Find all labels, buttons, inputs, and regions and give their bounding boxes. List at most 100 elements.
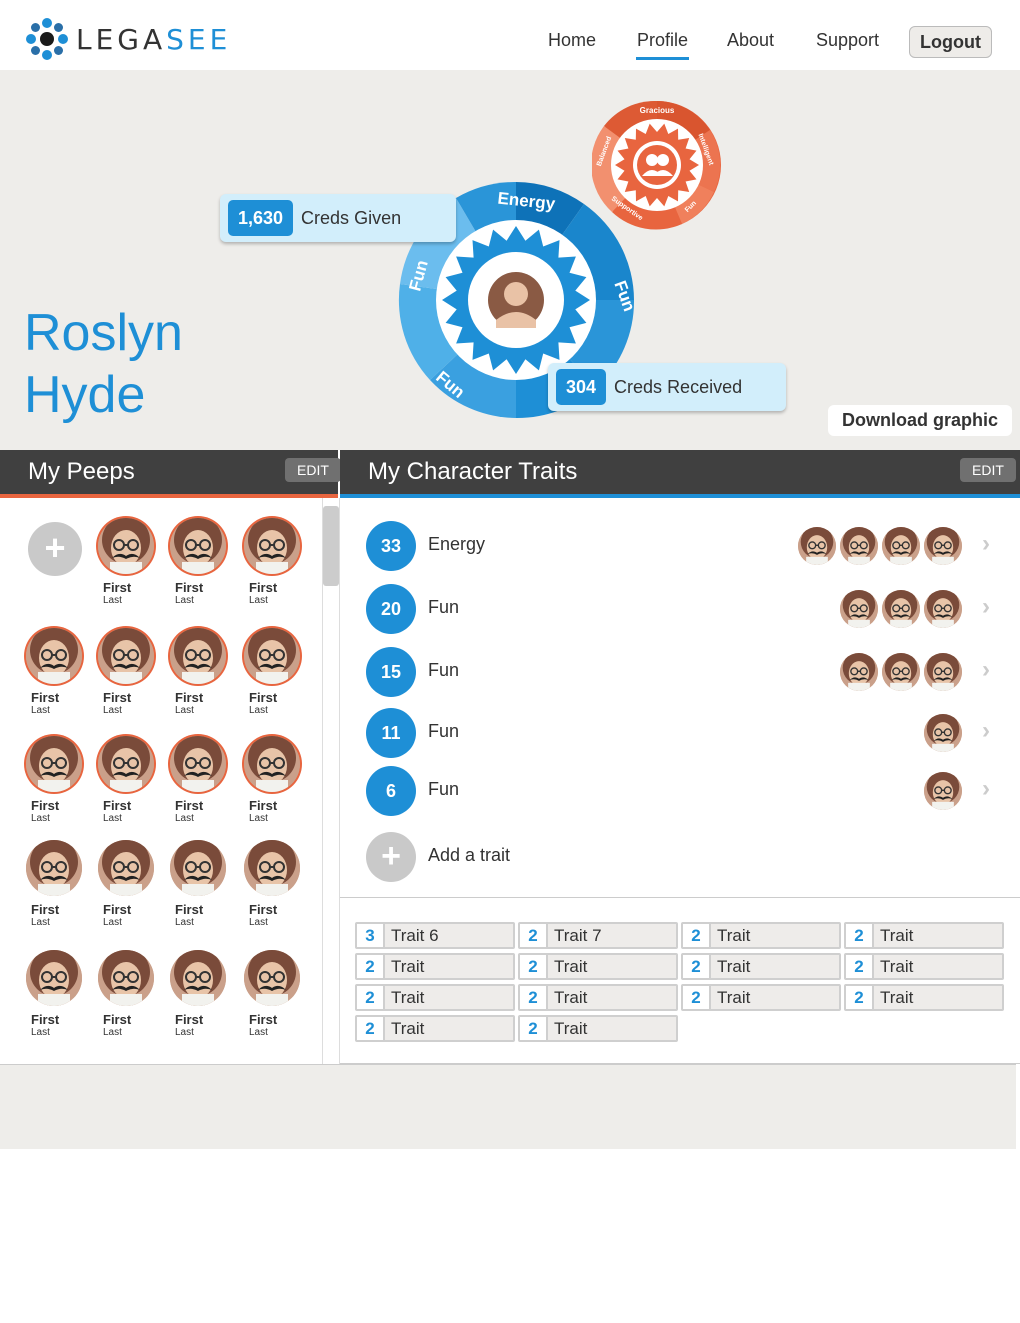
peep-item[interactable]: First Last <box>98 518 158 618</box>
peep-item[interactable]: First Last <box>98 736 158 836</box>
peeps-scroll-thumb[interactable] <box>323 506 339 586</box>
peep-first-name: First <box>103 690 132 705</box>
avatar[interactable] <box>98 840 154 896</box>
trait-chip-name: Trait <box>391 956 425 976</box>
trait-chip[interactable]: 2 Trait <box>355 953 515 980</box>
add-trait-label[interactable]: Add a trait <box>428 845 510 866</box>
traits-edit-button[interactable]: EDIT <box>960 458 1016 482</box>
peep-item[interactable]: First Last <box>26 628 86 728</box>
character-badge[interactable]: Gracious Intelligent Fun Supportive Bala… <box>592 100 722 230</box>
peep-item[interactable]: First Last <box>98 950 158 1050</box>
peeps-scrollbar[interactable] <box>322 498 340 1064</box>
avatar[interactable] <box>924 772 962 810</box>
trait-chip-count: 2 <box>846 955 874 978</box>
avatar[interactable] <box>170 736 226 792</box>
avatar[interactable] <box>924 527 962 565</box>
avatar[interactable] <box>98 736 154 792</box>
logout-button[interactable]: Logout <box>909 26 992 58</box>
trait-chip[interactable]: 2 Trait <box>681 984 841 1011</box>
avatar[interactable] <box>840 527 878 565</box>
peep-item[interactable]: First Last <box>244 628 304 728</box>
avatar[interactable] <box>882 590 920 628</box>
avatar[interactable] <box>26 628 82 684</box>
nav-home[interactable]: Home <box>548 30 596 51</box>
trait-chip[interactable]: 2 Trait <box>518 953 678 980</box>
chevron-right-icon[interactable]: › <box>982 775 990 803</box>
trait-chip[interactable]: 2 Trait <box>518 1015 678 1042</box>
peep-item[interactable]: First Last <box>244 518 304 618</box>
trait-chip[interactable]: 3 Trait 6 <box>355 922 515 949</box>
chevron-right-icon[interactable]: › <box>982 717 990 745</box>
trait-count: 20 <box>366 584 416 634</box>
peep-item[interactable]: First Last <box>244 736 304 836</box>
peep-item[interactable]: First Last <box>170 736 230 836</box>
avatar[interactable] <box>840 590 878 628</box>
trait-chip[interactable]: 2 Trait <box>518 984 678 1011</box>
nav-profile[interactable]: Profile <box>635 30 690 60</box>
avatar[interactable] <box>924 590 962 628</box>
avatar[interactable] <box>170 950 226 1006</box>
trait-chip[interactable]: 2 Trait <box>355 1015 515 1042</box>
trait-row[interactable]: 11 Fun › <box>340 708 1020 764</box>
avatar[interactable] <box>26 840 82 896</box>
trait-row[interactable]: 6 Fun › <box>340 766 1020 822</box>
trait-chip-count: 2 <box>683 924 711 947</box>
trait-name: Fun <box>428 660 460 680</box>
trait-chip[interactable]: 2 Trait <box>844 953 1004 980</box>
avatar[interactable] <box>244 736 300 792</box>
peeps-edit-button[interactable]: EDIT <box>285 458 341 482</box>
peep-item[interactable]: First Last <box>26 840 86 940</box>
chevron-right-icon[interactable]: › <box>982 530 990 558</box>
avatar[interactable] <box>26 950 82 1006</box>
avatar[interactable] <box>26 736 82 792</box>
nav-about[interactable]: About <box>727 30 774 51</box>
chevron-right-icon[interactable]: › <box>982 656 990 684</box>
trait-chip-name: Trait <box>880 925 914 945</box>
avatar[interactable] <box>98 518 154 574</box>
peep-item[interactable]: First Last <box>170 518 230 618</box>
peep-last-name: Last <box>249 1027 268 1038</box>
trait-chip[interactable]: 2 Trait 7 <box>518 922 678 949</box>
avatar[interactable] <box>882 653 920 691</box>
avatar[interactable] <box>170 840 226 896</box>
avatar[interactable] <box>244 628 300 684</box>
avatar[interactable] <box>924 714 962 752</box>
trait-count: 11 <box>366 708 416 758</box>
peep-item[interactable]: First Last <box>170 840 230 940</box>
avatar[interactable] <box>98 950 154 1006</box>
peep-item[interactable]: First Last <box>244 950 304 1050</box>
peep-item[interactable]: First Last <box>244 840 304 940</box>
add-trait-button[interactable]: + <box>366 832 416 882</box>
nav-support[interactable]: Support <box>816 30 879 51</box>
avatar[interactable] <box>170 628 226 684</box>
trait-chip[interactable]: 2 Trait <box>681 922 841 949</box>
avatar[interactable] <box>244 950 300 1006</box>
avatar[interactable] <box>98 628 154 684</box>
trait-chip[interactable]: 2 Trait <box>844 984 1004 1011</box>
trait-chip-name: Trait <box>880 987 914 1007</box>
peep-item[interactable]: First Last <box>26 950 86 1050</box>
trait-row[interactable]: 20 Fun › <box>340 584 1020 640</box>
avatar[interactable] <box>882 527 920 565</box>
avatar[interactable] <box>924 653 962 691</box>
peep-item[interactable]: First Last <box>170 628 230 728</box>
trait-row[interactable]: 15 Fun › <box>340 647 1020 703</box>
trait-chip[interactable]: 2 Trait <box>844 922 1004 949</box>
peep-first-name: First <box>249 798 278 813</box>
trait-chip[interactable]: 2 Trait <box>355 984 515 1011</box>
chevron-right-icon[interactable]: › <box>982 593 990 621</box>
download-graphic-button[interactable]: Download graphic <box>828 405 1012 436</box>
avatar[interactable] <box>170 518 226 574</box>
peep-item[interactable]: First Last <box>26 736 86 836</box>
avatar[interactable] <box>840 653 878 691</box>
peep-last-name: Last <box>103 1027 122 1038</box>
trait-chip[interactable]: 2 Trait <box>681 953 841 980</box>
avatar[interactable] <box>798 527 836 565</box>
peep-item[interactable]: First Last <box>98 628 158 728</box>
add-peep-button[interactable]: + <box>28 522 82 576</box>
avatar[interactable] <box>244 840 300 896</box>
peep-item[interactable]: First Last <box>170 950 230 1050</box>
avatar[interactable] <box>244 518 300 574</box>
trait-row[interactable]: 33 Energy › <box>340 521 1020 577</box>
peep-item[interactable]: First Last <box>98 840 158 940</box>
